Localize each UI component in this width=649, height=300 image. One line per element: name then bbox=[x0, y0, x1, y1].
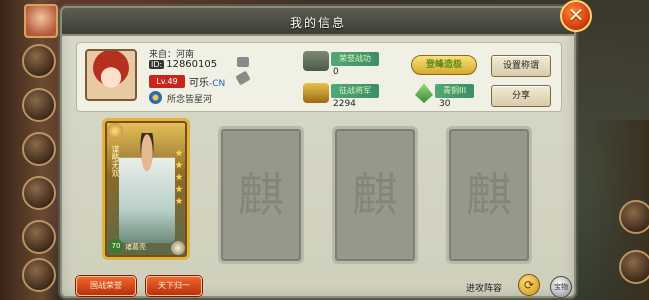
empty-lineup-slot[interactable]: 麒 bbox=[332, 126, 418, 264]
hero-name: 诸葛亮 bbox=[125, 243, 146, 251]
beast-emblem-icon: 麒 bbox=[466, 168, 512, 222]
rank-value: 2294 bbox=[333, 99, 356, 109]
guild-icon bbox=[149, 91, 162, 104]
title-badge: 登峰造极 bbox=[411, 55, 477, 75]
player-id-value: 12860105 bbox=[166, 59, 218, 70]
left-menu-button-3[interactable] bbox=[22, 132, 56, 166]
right-side-menu bbox=[589, 120, 649, 300]
empty-lineup-slot[interactable]: 麒 bbox=[218, 126, 304, 264]
treasure-button[interactable]: 宝物 bbox=[550, 276, 572, 298]
left-menu-button-6[interactable] bbox=[22, 258, 56, 292]
rename-icon[interactable] bbox=[235, 70, 251, 86]
honor-label: 荣誉战功 bbox=[331, 52, 379, 66]
right-menu-button-2[interactable] bbox=[619, 250, 649, 284]
hero-portrait bbox=[119, 133, 175, 243]
hero-level: 70 bbox=[109, 239, 123, 253]
player-name-value: 可乐 bbox=[189, 78, 209, 89]
player-avatar-mini[interactable] bbox=[24, 4, 58, 38]
bronze-rank-value: 30 bbox=[439, 99, 451, 109]
star-icon bbox=[175, 197, 183, 205]
switch-lineup-icon[interactable]: ⟳ bbox=[518, 274, 540, 296]
player-name: 可乐-CN bbox=[189, 74, 225, 89]
level-badge: Lv.49 bbox=[149, 75, 185, 88]
star-icon bbox=[175, 161, 183, 169]
close-button[interactable]: ✕ bbox=[560, 0, 592, 32]
beast-emblem-icon: 麒 bbox=[238, 168, 284, 222]
left-side-menu bbox=[0, 0, 60, 300]
star-icon bbox=[175, 185, 183, 193]
rank-icon bbox=[303, 83, 329, 103]
share-button[interactable]: 分享 bbox=[491, 85, 551, 107]
empty-lineup-slot[interactable]: 麒 bbox=[446, 126, 532, 264]
star-icon bbox=[175, 173, 183, 181]
panel-title-bar: 我的信息 bbox=[62, 8, 574, 36]
profile-card: 来自：河南 ID: 12860105 Lv.49 可乐-CN 所念皆星河 荣誉战功… bbox=[76, 42, 562, 112]
id-tag: ID: bbox=[149, 60, 165, 69]
world-first-button[interactable]: 天下归一 bbox=[146, 276, 202, 296]
honor-value: 0 bbox=[333, 67, 339, 77]
left-menu-button-1[interactable] bbox=[22, 44, 56, 78]
attack-lineup-label: 进攻阵容 bbox=[466, 284, 503, 294]
my-info-panel: 我的信息 来自：河南 ID: 12860105 Lv.49 可乐-CN 所念皆星河… bbox=[60, 6, 576, 298]
beast-emblem-icon: 麒 bbox=[352, 168, 398, 222]
right-menu-button-1[interactable] bbox=[619, 200, 649, 234]
hero-card[interactable]: 谋略无双 70 诸葛亮 bbox=[102, 118, 190, 260]
left-menu-button-4[interactable] bbox=[22, 176, 56, 210]
rank-label: 征战将军 bbox=[331, 84, 379, 98]
server-tag: -CN bbox=[209, 79, 226, 89]
bronze-rank-icon bbox=[415, 83, 433, 103]
hero-skill-icon bbox=[171, 241, 185, 255]
hero-faction-icon bbox=[107, 123, 123, 139]
national-war-honor-button[interactable]: 国战荣誉 bbox=[76, 276, 136, 296]
honor-icon bbox=[303, 51, 329, 71]
panel-title: 我的信息 bbox=[289, 16, 346, 30]
set-title-button[interactable]: 设置称谓 bbox=[491, 55, 551, 77]
bronze-rank-label: 青铜III bbox=[435, 84, 475, 98]
copy-icon[interactable] bbox=[237, 57, 249, 67]
avatar[interactable] bbox=[85, 49, 137, 101]
hero-title: 谋略无双 bbox=[111, 145, 120, 177]
star-icon bbox=[175, 149, 183, 157]
left-menu-button-2[interactable] bbox=[22, 88, 56, 122]
guild-name: 所念皆星河 bbox=[167, 95, 213, 105]
left-menu-button-5[interactable] bbox=[22, 220, 56, 254]
player-id: ID: 12860105 bbox=[149, 59, 217, 70]
